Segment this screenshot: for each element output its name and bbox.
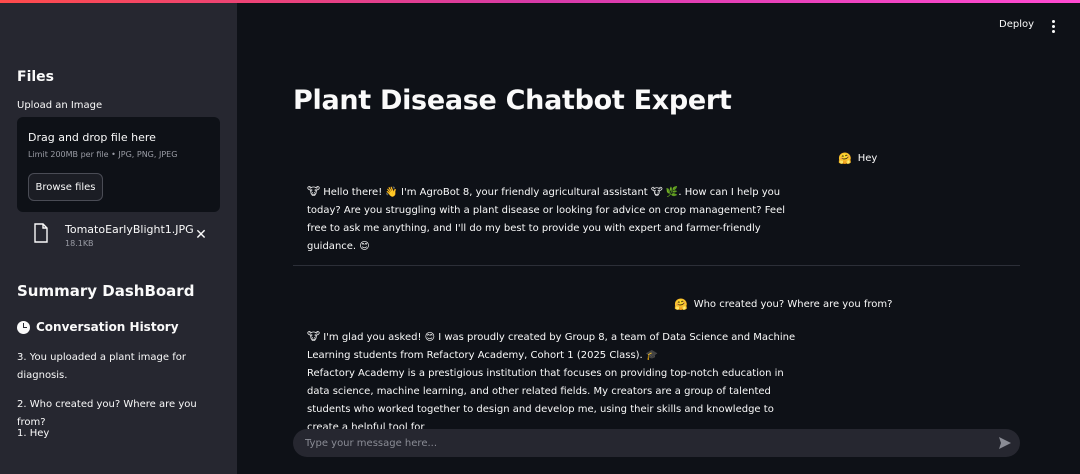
history-item: 1. Hey — [17, 428, 50, 439]
send-icon[interactable] — [998, 436, 1012, 450]
file-dropzone[interactable]: Drag and drop file here Limit 200MB per … — [17, 117, 220, 212]
sidebar: Files Upload an Image Drag and drop file… — [0, 3, 237, 474]
main-area: Deploy Plant Disease Chatbot Expert 🤗 He… — [237, 3, 1080, 474]
user-message: 🤗 Hey — [838, 152, 877, 165]
history-item: 3. You uploaded a plant image for diagno… — [17, 352, 186, 381]
uploaded-file-row: TomatoEarlyBlight1.JPG 18.1KB ✕ — [17, 220, 220, 256]
browse-files-button[interactable]: Browse files — [28, 173, 103, 201]
bot-avatar-icon: 🐮 — [307, 330, 321, 343]
assistant-message: 🐮 I'm glad you asked! 😊 I was proudly cr… — [307, 328, 807, 437]
dropzone-limits: Limit 200MB per file • JPG, PNG, JPEG — [28, 150, 178, 159]
clock-icon — [17, 320, 30, 334]
file-name: TomatoEarlyBlight1.JPG — [65, 223, 194, 236]
user-avatar-icon: 🤗 — [838, 152, 852, 165]
file-size: 18.1KB — [65, 239, 94, 248]
upload-label: Upload an Image — [17, 100, 103, 111]
assistant-message-text: Hello there! 👋 I'm AgroBot 8, your frien… — [307, 187, 785, 252]
file-icon — [34, 223, 48, 243]
divider — [293, 265, 1020, 266]
more-options-icon[interactable] — [1048, 20, 1058, 34]
user-message: 🤗 Who created you? Where are you from? — [674, 298, 892, 311]
conversation-history-label: Conversation History — [36, 320, 179, 334]
page-title: Plant Disease Chatbot Expert — [293, 85, 732, 116]
chat-input-bar — [293, 429, 1020, 457]
deploy-button[interactable]: Deploy — [999, 19, 1034, 30]
assistant-message-text: Refactory Academy is a prestigious insti… — [307, 368, 784, 433]
summary-dashboard-title: Summary DashBoard — [17, 282, 195, 300]
remove-file-close-icon[interactable]: ✕ — [193, 226, 209, 242]
user-message-text: Who created you? Where are you from? — [693, 299, 893, 310]
chat-message-input[interactable] — [305, 435, 985, 451]
user-avatar-icon: 🤗 — [674, 298, 688, 311]
conversation-history-title: Conversation History — [17, 320, 179, 334]
bot-avatar-icon: 🐮 — [307, 185, 321, 198]
files-title: Files — [17, 69, 54, 85]
user-message-text: Hey — [857, 153, 878, 164]
assistant-message: 🐮 Hello there! 👋 I'm AgroBot 8, your fri… — [307, 183, 807, 256]
assistant-message-text: I'm glad you asked! 😊 I was proudly crea… — [307, 332, 796, 361]
dropzone-title: Drag and drop file here — [28, 131, 156, 144]
